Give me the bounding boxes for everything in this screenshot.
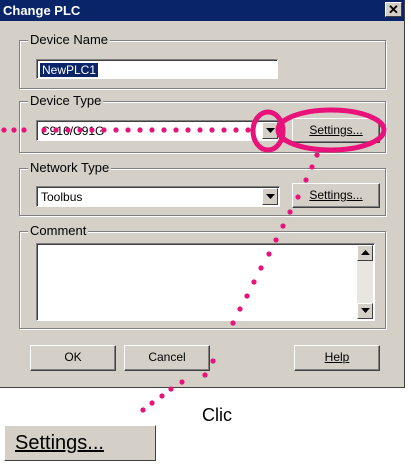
settings-zoom-label: Settings... <box>15 432 104 454</box>
click-caption: Clic <box>202 405 232 425</box>
settings-button-zoom[interactable]: Settings... <box>4 425 156 461</box>
dotted-line-left <box>1 127 251 133</box>
highlight-settings-circle <box>275 107 387 153</box>
dotted-line-diagonal <box>140 152 320 413</box>
annotation-overlay <box>1 107 387 413</box>
